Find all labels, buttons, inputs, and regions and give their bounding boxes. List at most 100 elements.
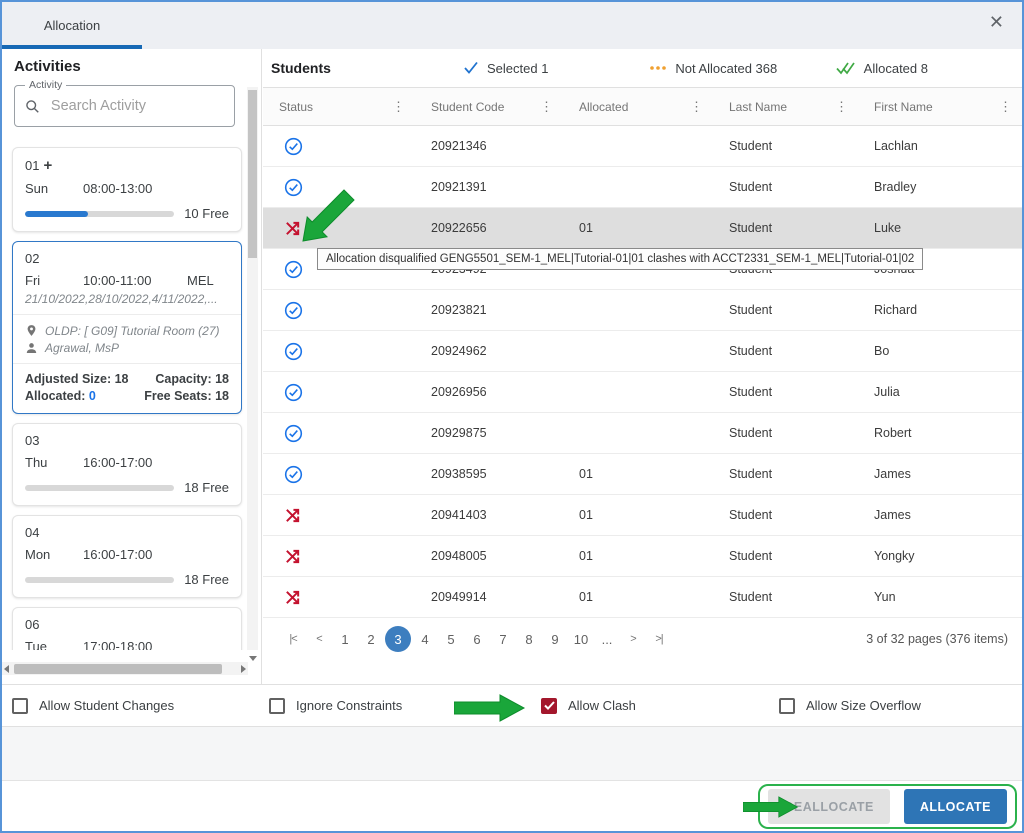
cell-last-name: Student <box>713 590 858 604</box>
tab-allocation[interactable]: Allocation <box>2 2 142 49</box>
status-ok-icon <box>284 465 303 484</box>
activity-code: 06 <box>25 617 39 632</box>
cell-student-code: 20938595 <box>415 467 563 481</box>
checkbox-allow-clash[interactable]: Allow Clash <box>541 685 636 726</box>
activities-panel: Activities Activity 01 + Sun 08:00-13:00 <box>2 49 262 684</box>
student-row[interactable]: 20941403 01 Student James <box>263 495 1022 536</box>
page-prev-button[interactable]: < <box>307 626 331 652</box>
student-row[interactable]: 20948005 01 Student Yongky <box>263 536 1022 577</box>
student-row[interactable]: 20922656 01 Student Luke <box>263 208 1022 249</box>
page-ellipsis[interactable]: ... <box>595 626 619 652</box>
column-header-first-name[interactable]: First Name ⋮ <box>858 88 1022 125</box>
allocation-dialog: Allocation ✕ Activities Activity 01 + Su… <box>0 0 1024 833</box>
activity-search-field[interactable]: Activity <box>14 85 235 127</box>
search-input[interactable] <box>49 97 224 115</box>
page-number[interactable]: 4 <box>413 626 437 652</box>
checkbox-box[interactable] <box>12 698 28 714</box>
scroll-right-icon[interactable] <box>241 665 246 673</box>
summary-selected-label: Selected 1 <box>487 61 548 76</box>
students-title: Students <box>271 60 463 76</box>
activity-staff: Agrawal, MsP <box>45 341 119 355</box>
checkbox-allow-size-overflow[interactable]: Allow Size Overflow <box>779 685 921 726</box>
page-number-current[interactable]: 3 <box>385 626 411 652</box>
column-header-last-name[interactable]: Last Name ⋮ <box>713 88 858 125</box>
checkbox-box[interactable] <box>779 698 795 714</box>
page-number[interactable]: 8 <box>517 626 541 652</box>
activity-card[interactable]: 04 Mon 16:00-17:00 18 Free <box>12 515 242 598</box>
kebab-icon[interactable]: ⋮ <box>997 99 1014 115</box>
cell-first-name: Richard <box>858 303 1022 317</box>
checkbox-box[interactable] <box>541 698 557 714</box>
activity-day: Fri <box>25 273 83 288</box>
page-number[interactable]: 5 <box>439 626 463 652</box>
location-icon <box>25 323 38 338</box>
checkbox-ignore-constraints[interactable]: Ignore Constraints <box>269 685 402 726</box>
activity-free-seats: Free Seats: 18 <box>144 389 229 403</box>
page-number[interactable]: 2 <box>359 626 383 652</box>
activity-adjusted-size: Adjusted Size: 18 <box>25 372 144 386</box>
status-ok-icon <box>284 260 303 279</box>
column-header-student-code[interactable]: Student Code ⋮ <box>415 88 563 125</box>
activity-time: 17:00-18:00 <box>83 639 229 650</box>
person-icon <box>25 341 38 355</box>
activity-free-label: 18 Free <box>184 572 229 587</box>
student-row[interactable]: 20938595 01 Student James <box>263 454 1022 495</box>
activity-card[interactable]: 06 Tue 17:00-18:00 18 Free <box>12 607 242 650</box>
checkbox-allow-student-changes[interactable]: Allow Student Changes <box>12 685 174 726</box>
pagination-items: |<<12345678910...>>| <box>281 626 671 652</box>
horizontal-scrollbar[interactable] <box>2 662 248 675</box>
students-table-header: Status ⋮ Student Code ⋮ Allocated ⋮ Last… <box>263 87 1022 126</box>
student-row[interactable]: 20921346 Student Lachlan <box>263 126 1022 167</box>
activity-card[interactable]: 03 Thu 16:00-17:00 18 Free <box>12 423 242 506</box>
cell-last-name: Student <box>713 180 858 194</box>
footer-spacer <box>2 727 1022 781</box>
student-row[interactable]: 20923821 Student Richard <box>263 290 1022 331</box>
kebab-icon[interactable]: ⋮ <box>688 99 705 115</box>
page-first-button[interactable]: |< <box>281 626 305 652</box>
student-row[interactable]: 20949914 01 Student Yun <box>263 577 1022 618</box>
activity-progress: 10 Free <box>25 206 229 221</box>
summary-allocated-label: Allocated 8 <box>864 61 928 76</box>
close-icon[interactable]: ✕ <box>989 13 1004 31</box>
activity-card[interactable]: 01 + Sun 08:00-13:00 10 Free <box>12 147 242 232</box>
kebab-icon[interactable]: ⋮ <box>833 99 850 115</box>
checkbox-box[interactable] <box>269 698 285 714</box>
horizontal-scrollbar-thumb[interactable] <box>14 664 222 674</box>
kebab-icon[interactable]: ⋮ <box>390 99 407 115</box>
activity-day: Sun <box>25 181 83 196</box>
add-icon[interactable]: + <box>43 157 52 174</box>
cell-last-name: Student <box>713 385 858 399</box>
activity-card[interactable]: 02 Fri 10:00-11:00 MEL 21/10/2022,28/10/… <box>12 241 242 414</box>
activity-code: 04 <box>25 525 39 540</box>
cell-first-name: Robert <box>858 426 1022 440</box>
checkbox-label: Allow Size Overflow <box>806 698 921 713</box>
student-row[interactable]: 20921391 Student Bradley <box>263 167 1022 208</box>
cell-first-name: Bradley <box>858 180 1022 194</box>
activity-allocated: Allocated: 0 <box>25 389 144 403</box>
page-number[interactable]: 7 <box>491 626 515 652</box>
page-number[interactable]: 9 <box>543 626 567 652</box>
cell-student-code: 20948005 <box>415 549 563 563</box>
page-last-button[interactable]: >| <box>647 626 671 652</box>
deallocate-button[interactable]: DEALLOCATE <box>768 789 890 824</box>
student-row[interactable]: 20929875 Student Robert <box>263 413 1022 454</box>
cell-student-code: 20921391 <box>415 180 563 194</box>
column-header-allocated[interactable]: Allocated ⋮ <box>563 88 713 125</box>
page-number[interactable]: 1 <box>333 626 357 652</box>
activity-time: 10:00-11:00 <box>83 273 187 288</box>
scroll-left-icon[interactable] <box>4 665 9 673</box>
student-row[interactable]: 20924962 Student Bo <box>263 331 1022 372</box>
page-number[interactable]: 6 <box>465 626 489 652</box>
search-icon <box>25 98 40 115</box>
vertical-scrollbar-thumb[interactable] <box>248 90 257 258</box>
activity-free-label: 18 Free <box>184 480 229 495</box>
column-header-status[interactable]: Status ⋮ <box>263 88 415 125</box>
page-number[interactable]: 10 <box>569 626 593 652</box>
scroll-down-icon[interactable] <box>247 653 258 664</box>
page-next-button[interactable]: > <box>621 626 645 652</box>
student-row[interactable]: 20926956 Student Julia <box>263 372 1022 413</box>
kebab-icon[interactable]: ⋮ <box>538 99 555 115</box>
vertical-scrollbar[interactable] <box>247 87 258 650</box>
status-clash-icon <box>284 548 301 565</box>
allocate-button[interactable]: ALLOCATE <box>904 789 1007 824</box>
